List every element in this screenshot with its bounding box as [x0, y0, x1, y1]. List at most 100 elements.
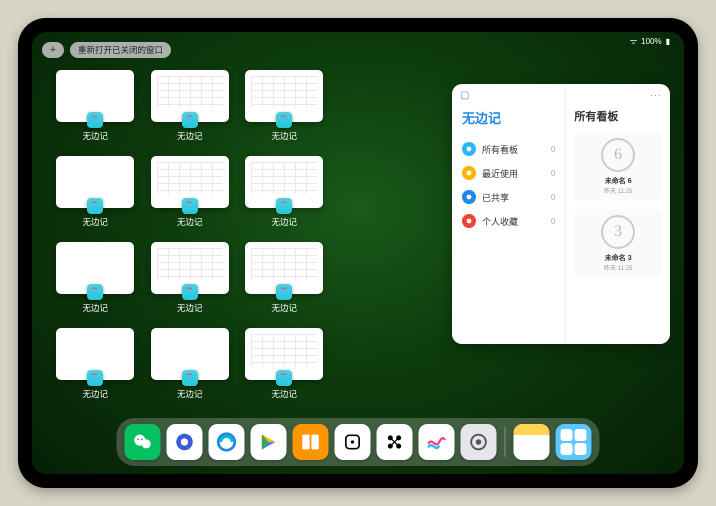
freeform-app-icon: [182, 284, 198, 300]
panel-sidebar: 无边记 所有看板 0 最近使用 0 已共享 0 个人收藏0: [452, 84, 565, 344]
window-label: 无边记: [82, 130, 108, 142]
freeform-app-icon: [182, 112, 198, 128]
new-window-button[interactable]: +: [42, 42, 64, 58]
play-icon[interactable]: [251, 424, 287, 460]
dice-icon[interactable]: [335, 424, 371, 460]
window-thumbnail[interactable]: [245, 242, 323, 294]
wifi-icon: ᯤ: [630, 36, 637, 47]
panel-right-title: 所有看板: [574, 108, 662, 124]
settings-icon[interactable]: [461, 424, 497, 460]
sidebar-item-label: 所有看板: [482, 143, 518, 156]
board-card[interactable]: 3 未命名 3昨天 11:25: [574, 209, 662, 278]
sidebar-item-icon: [462, 142, 476, 156]
app-window[interactable]: 无边记: [52, 156, 139, 228]
board-date: 昨天 11:25: [604, 186, 632, 195]
topbar: + 重新打开已关闭的窗口: [42, 42, 171, 58]
app-window[interactable]: 无边记: [241, 156, 328, 228]
window-label: 无边记: [82, 388, 108, 400]
freeform-app-icon: [87, 198, 103, 214]
qqbrowser-icon[interactable]: [209, 424, 245, 460]
sidebar-item[interactable]: 所有看板 0: [462, 137, 555, 161]
sidebar-item-icon: [462, 190, 476, 204]
window-thumbnail[interactable]: [245, 70, 323, 122]
window-label: 无边记: [271, 216, 297, 228]
sidebar-item[interactable]: 个人收藏0: [462, 209, 555, 233]
sidebar-item-icon: [462, 214, 476, 228]
notes-icon[interactable]: [514, 424, 550, 460]
sidebar-item-count: 0: [551, 169, 555, 178]
dock: [117, 418, 600, 466]
board-name: 未命名 6: [605, 176, 632, 186]
window-thumbnail[interactable]: [56, 70, 134, 122]
reopen-closed-window-button[interactable]: 重新打开已关闭的窗口: [70, 42, 171, 58]
freeform-icon[interactable]: [419, 424, 455, 460]
freeform-app-icon: [276, 370, 292, 386]
sidebar-item-label: 个人收藏: [482, 215, 518, 228]
window-thumbnail[interactable]: [151, 70, 229, 122]
sidebar-item-label: 最近使用: [482, 167, 518, 180]
battery-label: 100%: [641, 37, 661, 46]
window-thumbnail[interactable]: [56, 242, 134, 294]
window-thumbnail[interactable]: [245, 328, 323, 380]
freeform-app-icon: [276, 112, 292, 128]
board-card[interactable]: 6 未命名 6昨天 11:25: [574, 132, 662, 201]
window-thumbnail[interactable]: [56, 156, 134, 208]
sidebar-toggle-icon[interactable]: ▢: [460, 90, 469, 101]
app-window[interactable]: 无边记: [147, 156, 234, 228]
window-label: 无边记: [271, 388, 297, 400]
status-bar: ᯤ 100% ▮: [630, 36, 670, 47]
window-label: 无边记: [177, 216, 203, 228]
window-thumbnail[interactable]: [151, 156, 229, 208]
board-date: 昨天 11:25: [604, 263, 632, 272]
freeform-app-icon: [87, 284, 103, 300]
freeform-app-icon: [87, 370, 103, 386]
sidebar-item-count: 0: [551, 145, 555, 154]
ipad-device: ᯤ 100% ▮ + 重新打开已关闭的窗口 无边记无边记无边记无边记无边记无边记…: [18, 18, 698, 488]
more-icon[interactable]: ···: [650, 90, 662, 100]
freeform-app-icon: [276, 284, 292, 300]
sidebar-item[interactable]: 最近使用 0: [462, 161, 555, 185]
freeform-panel[interactable]: ▢ ··· 无边记 所有看板 0 最近使用 0 已共享 0 个人收藏0 所有看板 6 未命名 …: [452, 84, 670, 344]
window-label: 无边记: [271, 302, 297, 314]
window-label: 无边记: [271, 130, 297, 142]
panel-content: 所有看板 6未命名 6昨天 11:253未命名 3昨天 11:25: [565, 84, 670, 344]
app-library-icon[interactable]: [556, 424, 592, 460]
window-label: 无边记: [177, 130, 203, 142]
quark-icon[interactable]: [167, 424, 203, 460]
dock-separator: [505, 427, 506, 457]
books-icon[interactable]: [293, 424, 329, 460]
app-window[interactable]: 无边记: [52, 242, 139, 314]
app-window[interactable]: 无边记: [241, 242, 328, 314]
board-name: 未命名 3: [605, 253, 632, 263]
app-window[interactable]: 无边记: [52, 70, 139, 142]
screen: ᯤ 100% ▮ + 重新打开已关闭的窗口 无边记无边记无边记无边记无边记无边记…: [32, 32, 684, 474]
freeform-app-icon: [182, 198, 198, 214]
window-thumbnail[interactable]: [245, 156, 323, 208]
sidebar-item-icon: [462, 166, 476, 180]
sidebar-item-count: 0: [551, 193, 555, 202]
freeform-app-icon: [276, 198, 292, 214]
freeform-app-icon: [87, 112, 103, 128]
battery-icon: ▮: [666, 37, 670, 46]
wechat-icon[interactable]: [125, 424, 161, 460]
panel-title: 无边记: [462, 108, 555, 127]
sidebar-item-label: 已共享: [482, 191, 509, 204]
board-thumbnail: 3: [601, 215, 635, 249]
app-window[interactable]: 无边记: [147, 70, 234, 142]
app-switcher-grid: 无边记无边记无边记无边记无边记无边记无边记无边记无边记无边记无边记无边记: [52, 70, 422, 400]
app-window[interactable]: 无边记: [52, 328, 139, 400]
app-window[interactable]: 无边记: [147, 328, 234, 400]
window-label: 无边记: [177, 388, 203, 400]
app-window[interactable]: 无边记: [241, 328, 328, 400]
app-window[interactable]: 无边记: [241, 70, 328, 142]
window-thumbnail[interactable]: [151, 328, 229, 380]
freeform-app-icon: [182, 370, 198, 386]
window-label: 无边记: [177, 302, 203, 314]
window-label: 无边记: [82, 216, 108, 228]
app-window[interactable]: 无边记: [147, 242, 234, 314]
connect-icon[interactable]: [377, 424, 413, 460]
window-thumbnail[interactable]: [56, 328, 134, 380]
window-thumbnail[interactable]: [151, 242, 229, 294]
board-thumbnail: 6: [601, 138, 635, 172]
sidebar-item[interactable]: 已共享 0: [462, 185, 555, 209]
